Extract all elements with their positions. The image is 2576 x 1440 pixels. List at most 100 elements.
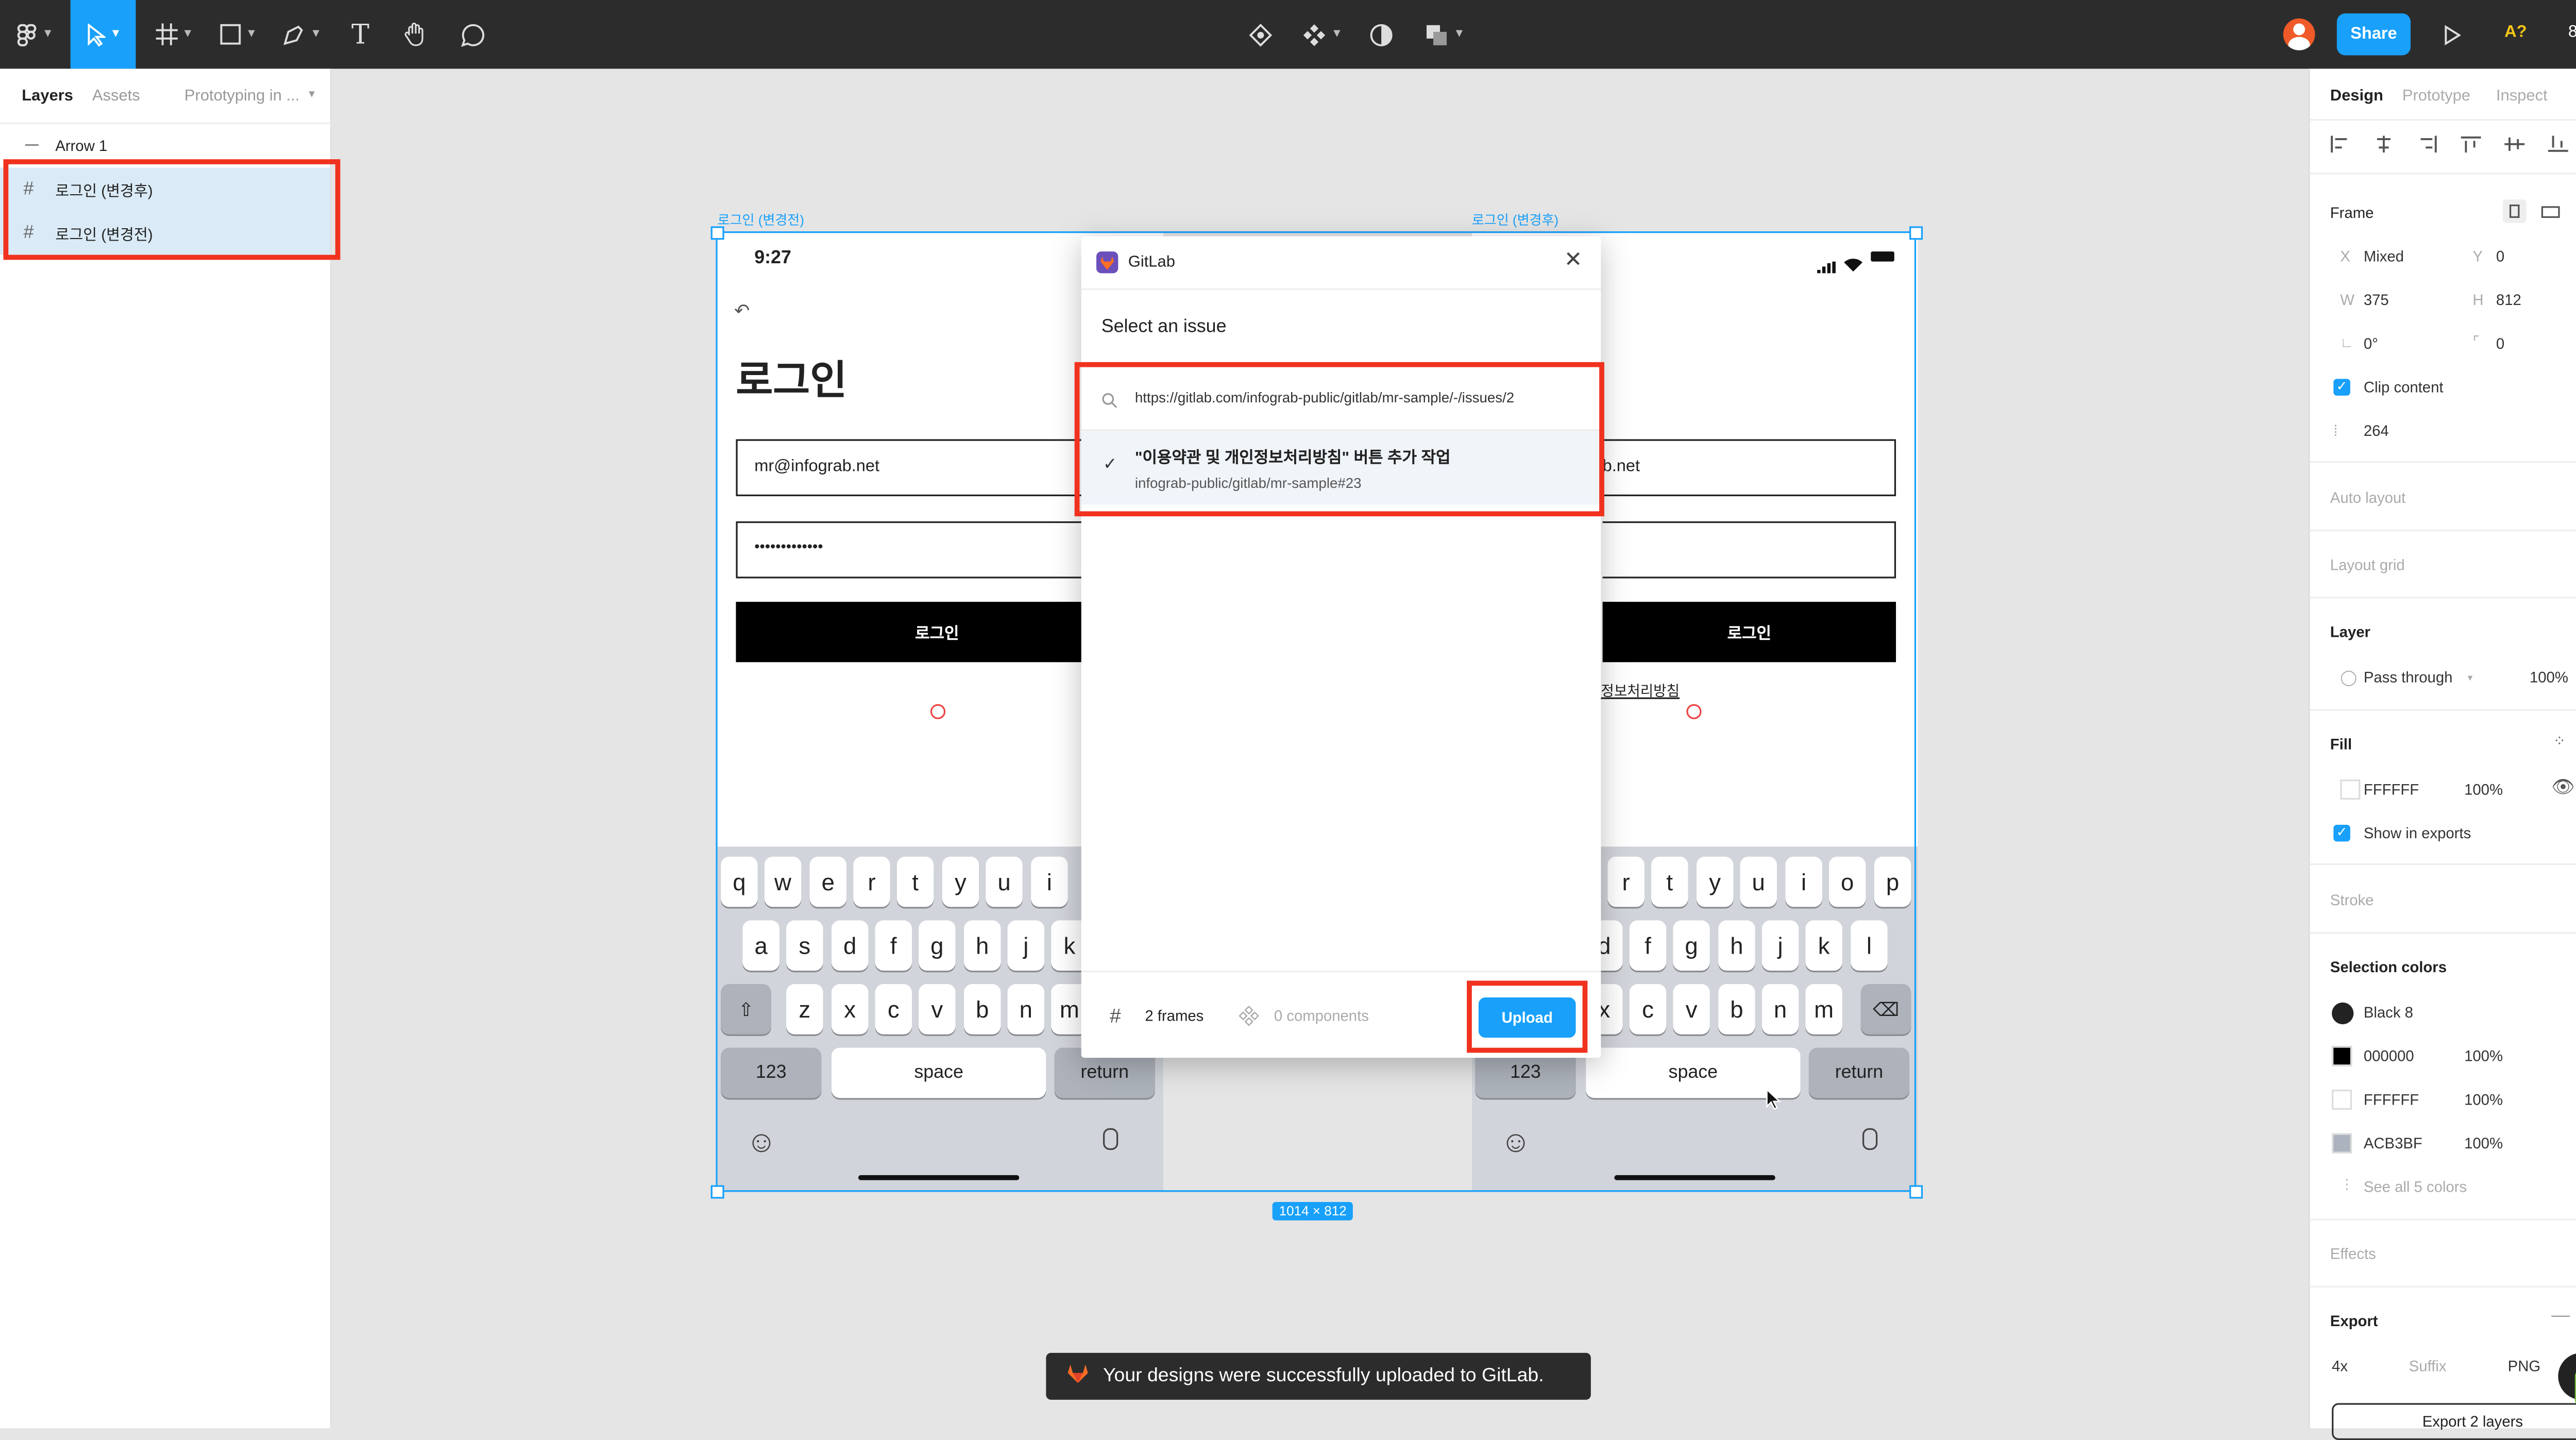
x-field[interactable]: Mixed: [2364, 248, 2404, 265]
selection-colors-heading: Selection colors: [2330, 959, 2447, 976]
h-label: H: [2472, 292, 2484, 309]
tab-design[interactable]: Design: [2330, 87, 2383, 106]
tab-inspect[interactable]: Inspect: [2496, 87, 2548, 106]
accessibility-badge[interactable]: A?: [2504, 24, 2527, 42]
color-swatch-ffffff[interactable]: [2332, 1089, 2352, 1110]
effects-heading: Effects: [2330, 1245, 2376, 1263]
color-opacity[interactable]: 100%: [2464, 1091, 2503, 1108]
divider: [2310, 932, 2576, 934]
fill-hex-field[interactable]: FFFFFF: [2364, 781, 2419, 798]
component-instance-icon[interactable]: [1241, 0, 1281, 69]
show-in-exports-label: Show in exports: [2363, 824, 2471, 842]
create-component-icon[interactable]: ▼: [1297, 0, 1348, 69]
corner-radius-field[interactable]: 0: [2496, 335, 2504, 352]
export-format-dropdown[interactable]: PNG: [2508, 1358, 2541, 1375]
pen-tool-icon[interactable]: ▼: [275, 0, 329, 69]
stroke-heading: Stroke: [2330, 892, 2374, 909]
resize-handle[interactable]: [710, 1185, 724, 1199]
layer-label: Arrow 1: [55, 137, 108, 155]
highlight-box-upload: [1467, 980, 1588, 1053]
comment-tool-icon[interactable]: [453, 0, 493, 69]
color-opacity[interactable]: 100%: [2464, 1048, 2503, 1065]
color-opacity[interactable]: 100%: [2464, 1135, 2503, 1152]
tab-layers[interactable]: Layers: [22, 87, 73, 106]
eye-icon[interactable]: 👁: [2551, 776, 2574, 798]
color-name[interactable]: 000000: [2364, 1048, 2414, 1065]
close-icon[interactable]: ✕: [1564, 246, 1582, 273]
mask-icon[interactable]: [1361, 0, 1401, 69]
figma-menu-icon[interactable]: ▼: [7, 0, 64, 69]
see-all-colors-link[interactable]: See all 5 colors: [2364, 1178, 2467, 1195]
design-panel: Design Prototype Inspect Frame ⤢ X Mixed…: [2308, 69, 2576, 1440]
divider: [2310, 119, 2576, 121]
landscape-toggle[interactable]: [2541, 206, 2560, 218]
text-tool-icon[interactable]: T: [342, 0, 379, 69]
modal-title: GitLab: [1128, 253, 1175, 272]
color-swatch-acb3bf[interactable]: [2332, 1133, 2352, 1154]
portrait-toggle[interactable]: [2502, 199, 2527, 223]
width-field[interactable]: 375: [2364, 292, 2389, 309]
help-widget-icon[interactable]: G: [2558, 1352, 2576, 1407]
hand-tool-icon[interactable]: [396, 0, 436, 69]
color-name[interactable]: FFFFFF: [2364, 1091, 2419, 1108]
modal-heading: Select an issue: [1101, 316, 1227, 337]
align-center-v-icon[interactable]: [2504, 131, 2525, 161]
highlight-box-issue: [1074, 362, 1604, 517]
y-field[interactable]: 0: [2496, 248, 2504, 265]
resize-handle[interactable]: [1909, 1185, 1923, 1199]
frame-label-right[interactable]: 로그인 (변경후): [1472, 211, 1558, 230]
color-name[interactable]: ACB3BF: [2364, 1135, 2422, 1152]
color-swatch-000000[interactable]: [2332, 1046, 2352, 1066]
show-in-exports-checkbox[interactable]: ✓: [2333, 824, 2350, 842]
frame-preset-dropdown[interactable]: Frame: [2330, 205, 2374, 222]
frame-icon: #: [1110, 1004, 1121, 1028]
fill-opacity-field[interactable]: 100%: [2464, 781, 2503, 798]
page-selector[interactable]: Prototyping in ...: [184, 87, 299, 106]
auto-layout-heading: Auto layout: [2330, 489, 2406, 506]
height-field[interactable]: 812: [2496, 292, 2521, 309]
divider: [2310, 173, 2576, 175]
rotation-icon: ∟: [2340, 335, 2353, 351]
fill-swatch[interactable]: [2340, 780, 2361, 800]
divider: [2310, 1285, 2576, 1287]
chevron-down-icon[interactable]: ▼: [2466, 674, 2474, 684]
clip-content-checkbox[interactable]: ✓: [2333, 379, 2350, 396]
resize-handle[interactable]: [1909, 226, 1923, 240]
export-scale-dropdown[interactable]: 4x: [2332, 1358, 2348, 1375]
resize-handle[interactable]: [710, 226, 724, 240]
tab-prototype[interactable]: Prototype: [2402, 87, 2470, 106]
tab-assets[interactable]: Assets: [92, 87, 140, 106]
top-toolbar: ▼ ▼ ▼ ▼ ▼ T ▼ ▼ Share A?: [0, 0, 2576, 69]
present-play-icon[interactable]: [2434, 0, 2471, 69]
frame-tool-icon[interactable]: ▼: [147, 0, 201, 69]
boolean-ops-icon[interactable]: ▼: [1418, 0, 1472, 69]
y-label: Y: [2472, 248, 2483, 265]
share-button[interactable]: Share: [2336, 13, 2411, 56]
align-left-icon[interactable]: [2330, 131, 2350, 161]
clip-content-label: Clip content: [2363, 379, 2444, 396]
color-name[interactable]: Black 8: [2364, 1004, 2413, 1021]
export-layers-button[interactable]: Export 2 layers: [2332, 1403, 2576, 1440]
color-swatch-black8[interactable]: [2332, 1002, 2354, 1025]
align-top-icon[interactable]: [2461, 131, 2481, 161]
spacing-field[interactable]: 264: [2364, 422, 2389, 439]
page-chevron-down-icon[interactable]: ▼: [307, 91, 316, 101]
zoom-dropdown[interactable]: 86%: [2568, 24, 2576, 42]
frame-label-left[interactable]: 로그인 (변경전): [718, 211, 804, 230]
rotation-field[interactable]: 0°: [2364, 335, 2378, 352]
remove-export-icon[interactable]: —: [2551, 1306, 2570, 1326]
divider: [2310, 530, 2576, 532]
avatar[interactable]: [2283, 18, 2315, 50]
fill-styles-icon[interactable]: ⁘: [2553, 733, 2566, 751]
export-suffix-input[interactable]: Suffix: [2409, 1358, 2447, 1375]
alignment-toolbar: [2330, 134, 2576, 158]
layer-opacity-field[interactable]: 100%: [2530, 669, 2568, 686]
w-label: W: [2340, 292, 2354, 309]
align-right-icon[interactable]: [2417, 131, 2437, 161]
align-bottom-icon[interactable]: [2548, 131, 2568, 161]
move-tool-icon[interactable]: ▼: [70, 0, 136, 69]
shape-tool-icon[interactable]: ▼: [211, 0, 265, 69]
align-center-h-icon[interactable]: [2374, 131, 2394, 161]
blend-mode-dropdown[interactable]: Pass through: [2364, 669, 2453, 686]
divider: [2310, 709, 2576, 711]
